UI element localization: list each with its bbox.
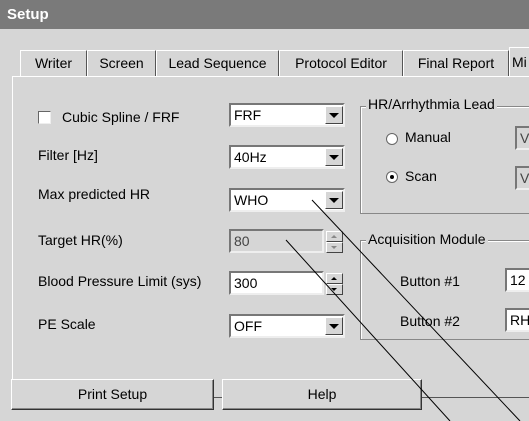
tab-protocol-editor[interactable]: Protocol Editor	[279, 50, 403, 76]
cubic-spline-checkbox[interactable]	[38, 111, 51, 124]
chevron-down-icon[interactable]	[325, 191, 343, 209]
hr-arrhythmia-group	[360, 106, 529, 214]
cubic-spline-label: Cubic Spline / FRF	[62, 109, 180, 125]
tab-lead-sequence[interactable]: Lead Sequence	[156, 50, 279, 76]
spin-down-icon[interactable]	[326, 242, 343, 253]
chevron-down-icon[interactable]	[325, 148, 343, 166]
manual-label: Manual	[405, 129, 451, 145]
setup-window: Setup Writer Screen Lead Sequence Protoc…	[0, 0, 529, 421]
scan-label: Scan	[405, 168, 437, 184]
manual-radio[interactable]	[386, 133, 398, 145]
pe-scale-label: PE Scale	[38, 316, 96, 332]
button-2-input[interactable]: RH	[505, 308, 529, 332]
print-setup-button[interactable]: Print Setup	[11, 379, 214, 410]
tab-mi[interactable]: Mi	[509, 47, 529, 77]
acquisition-module-title: Acquisition Module	[366, 231, 488, 247]
filter-label: Filter [Hz]	[38, 147, 98, 163]
target-hr-input[interactable]: 80	[229, 229, 324, 253]
hr-arrhythmia-title: HR/Arrhythmia Lead	[366, 96, 497, 112]
scan-radio[interactable]	[386, 171, 398, 183]
spin-down-icon[interactable]	[326, 284, 343, 295]
scan-lead-select[interactable]: V	[515, 166, 529, 190]
button-2-label: Button #2	[400, 313, 460, 329]
help-button[interactable]: Help	[222, 379, 422, 410]
max-hr-label: Max predicted HR	[38, 186, 151, 202]
chevron-down-icon[interactable]	[325, 317, 343, 335]
tab-writer[interactable]: Writer	[20, 50, 87, 76]
spin-up-icon[interactable]	[326, 273, 343, 284]
bp-limit-label: Blood Pressure Limit (sys)	[38, 273, 202, 289]
target-hr-label: Target HR(%)	[38, 232, 123, 248]
tab-final-report[interactable]: Final Report	[403, 50, 509, 76]
button-1-label: Button #1	[400, 273, 460, 289]
button-1-input[interactable]: 12	[505, 268, 529, 292]
chevron-down-icon[interactable]	[325, 106, 343, 124]
tab-screen[interactable]: Screen	[87, 50, 156, 76]
bp-limit-input[interactable]: 300	[229, 271, 324, 295]
manual-lead-select[interactable]: V	[515, 126, 529, 150]
window-title: Setup	[0, 0, 529, 29]
spin-up-icon[interactable]	[326, 231, 343, 242]
